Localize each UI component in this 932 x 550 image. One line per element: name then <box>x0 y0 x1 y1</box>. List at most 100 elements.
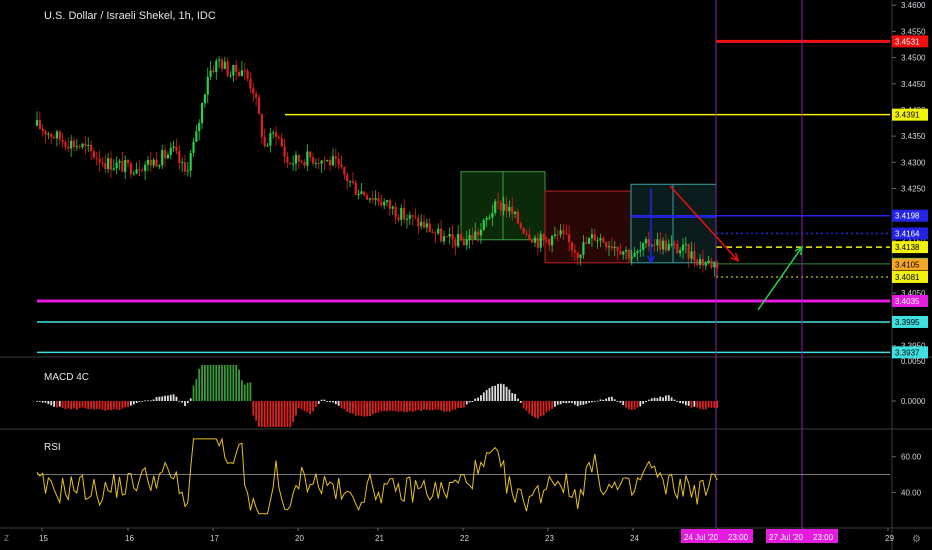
candle-body <box>644 239 648 244</box>
macd-bar <box>306 401 309 413</box>
macd-bar <box>539 401 542 417</box>
candle-body <box>232 64 235 76</box>
candle-body <box>528 234 531 240</box>
macd-bar <box>397 401 400 412</box>
price-label-text: 3.4164 <box>895 229 920 238</box>
candle-body <box>272 132 275 134</box>
macd-bar <box>118 401 121 411</box>
macd-bar <box>499 383 502 401</box>
candle-body <box>710 260 713 268</box>
candle-body <box>161 150 164 166</box>
macd-bar <box>423 401 425 410</box>
macd-bar <box>360 401 363 417</box>
candle-body <box>505 204 508 212</box>
candle-body <box>576 252 579 258</box>
price-tick-label: 3.4350 <box>901 132 926 141</box>
macd-bar <box>457 401 460 408</box>
candle-body <box>488 217 491 219</box>
macd-bar <box>371 401 374 415</box>
candle-body <box>70 140 73 149</box>
candle-body <box>220 59 224 69</box>
candle-body <box>647 239 650 247</box>
macd-bar <box>238 369 240 401</box>
macd-bar <box>195 379 198 401</box>
time-tick-label: 21 <box>375 534 384 543</box>
macd-bar <box>277 401 280 427</box>
macd-bar <box>269 401 272 427</box>
candle-body <box>215 60 218 73</box>
macd-bar <box>147 400 149 402</box>
macd-bar <box>47 401 50 405</box>
time-tick-label: 24 <box>630 534 639 543</box>
macd-bar <box>585 401 588 404</box>
macd-bar <box>363 401 366 417</box>
candle-body <box>698 259 702 265</box>
macd-bar <box>243 384 246 401</box>
macd-bar <box>454 401 457 410</box>
candle-body <box>479 229 483 236</box>
candle-body <box>348 181 352 183</box>
candle-body <box>192 141 195 153</box>
candle-body <box>499 202 502 211</box>
macd-bar <box>482 392 485 401</box>
candle-body <box>320 160 323 164</box>
candle-body <box>255 93 258 98</box>
candle-body <box>89 144 93 152</box>
macd-bar <box>434 401 437 410</box>
candle-body <box>485 218 488 221</box>
candle-body <box>317 162 320 164</box>
macd-bar <box>266 401 269 427</box>
macd-bar <box>505 386 508 401</box>
candle-body <box>203 94 207 104</box>
macd-bar <box>508 389 511 401</box>
macd-bar <box>602 399 605 401</box>
macd-bar <box>665 395 667 401</box>
macd-bar <box>460 401 462 409</box>
date-badge-text: 27 Jul '20 <box>769 533 804 542</box>
candle-body <box>64 141 67 147</box>
macd-bar <box>596 400 599 402</box>
macd-bar <box>241 380 243 401</box>
candle-body <box>536 237 539 248</box>
candle-body <box>531 239 534 243</box>
candle-body <box>107 158 110 170</box>
macd-bar <box>78 401 81 409</box>
candle-body <box>661 240 665 250</box>
candle-body <box>570 242 574 251</box>
macd-bar <box>710 401 713 408</box>
candle-body <box>309 151 312 158</box>
macd-bar <box>141 401 144 402</box>
macd-bar <box>337 401 340 406</box>
candle-body <box>701 259 705 266</box>
rsi-tick-label: 60.00 <box>901 453 922 462</box>
candle-body <box>78 146 81 148</box>
candle-body <box>38 119 41 129</box>
macd-bar <box>713 401 716 408</box>
candle-body <box>314 162 317 164</box>
macd-bar <box>334 401 337 405</box>
candle-body <box>92 151 96 158</box>
candle-body <box>263 137 266 147</box>
candle-body <box>659 239 662 250</box>
candle-body <box>374 198 377 200</box>
macd-bar <box>289 401 292 427</box>
candle-body <box>667 243 670 251</box>
candle-body <box>533 237 537 243</box>
macd-bar <box>209 365 212 401</box>
macd-bar <box>670 397 673 401</box>
candle-body <box>155 159 158 167</box>
macd-bar <box>696 401 699 408</box>
chart-canvas[interactable]: 3.46003.45503.45003.44503.44003.43503.43… <box>0 0 932 550</box>
macd-bar <box>679 401 682 404</box>
candle-body <box>639 250 642 252</box>
candle-body <box>35 119 39 126</box>
macd-bar <box>522 401 525 409</box>
macd-bar <box>41 401 44 403</box>
macd-bar <box>303 401 306 411</box>
macd-bar <box>312 401 314 412</box>
candle-body <box>459 234 463 241</box>
macd-bar <box>101 401 104 410</box>
macd-bar <box>149 400 152 402</box>
macd-bar <box>554 401 556 407</box>
candle-body <box>590 234 594 239</box>
